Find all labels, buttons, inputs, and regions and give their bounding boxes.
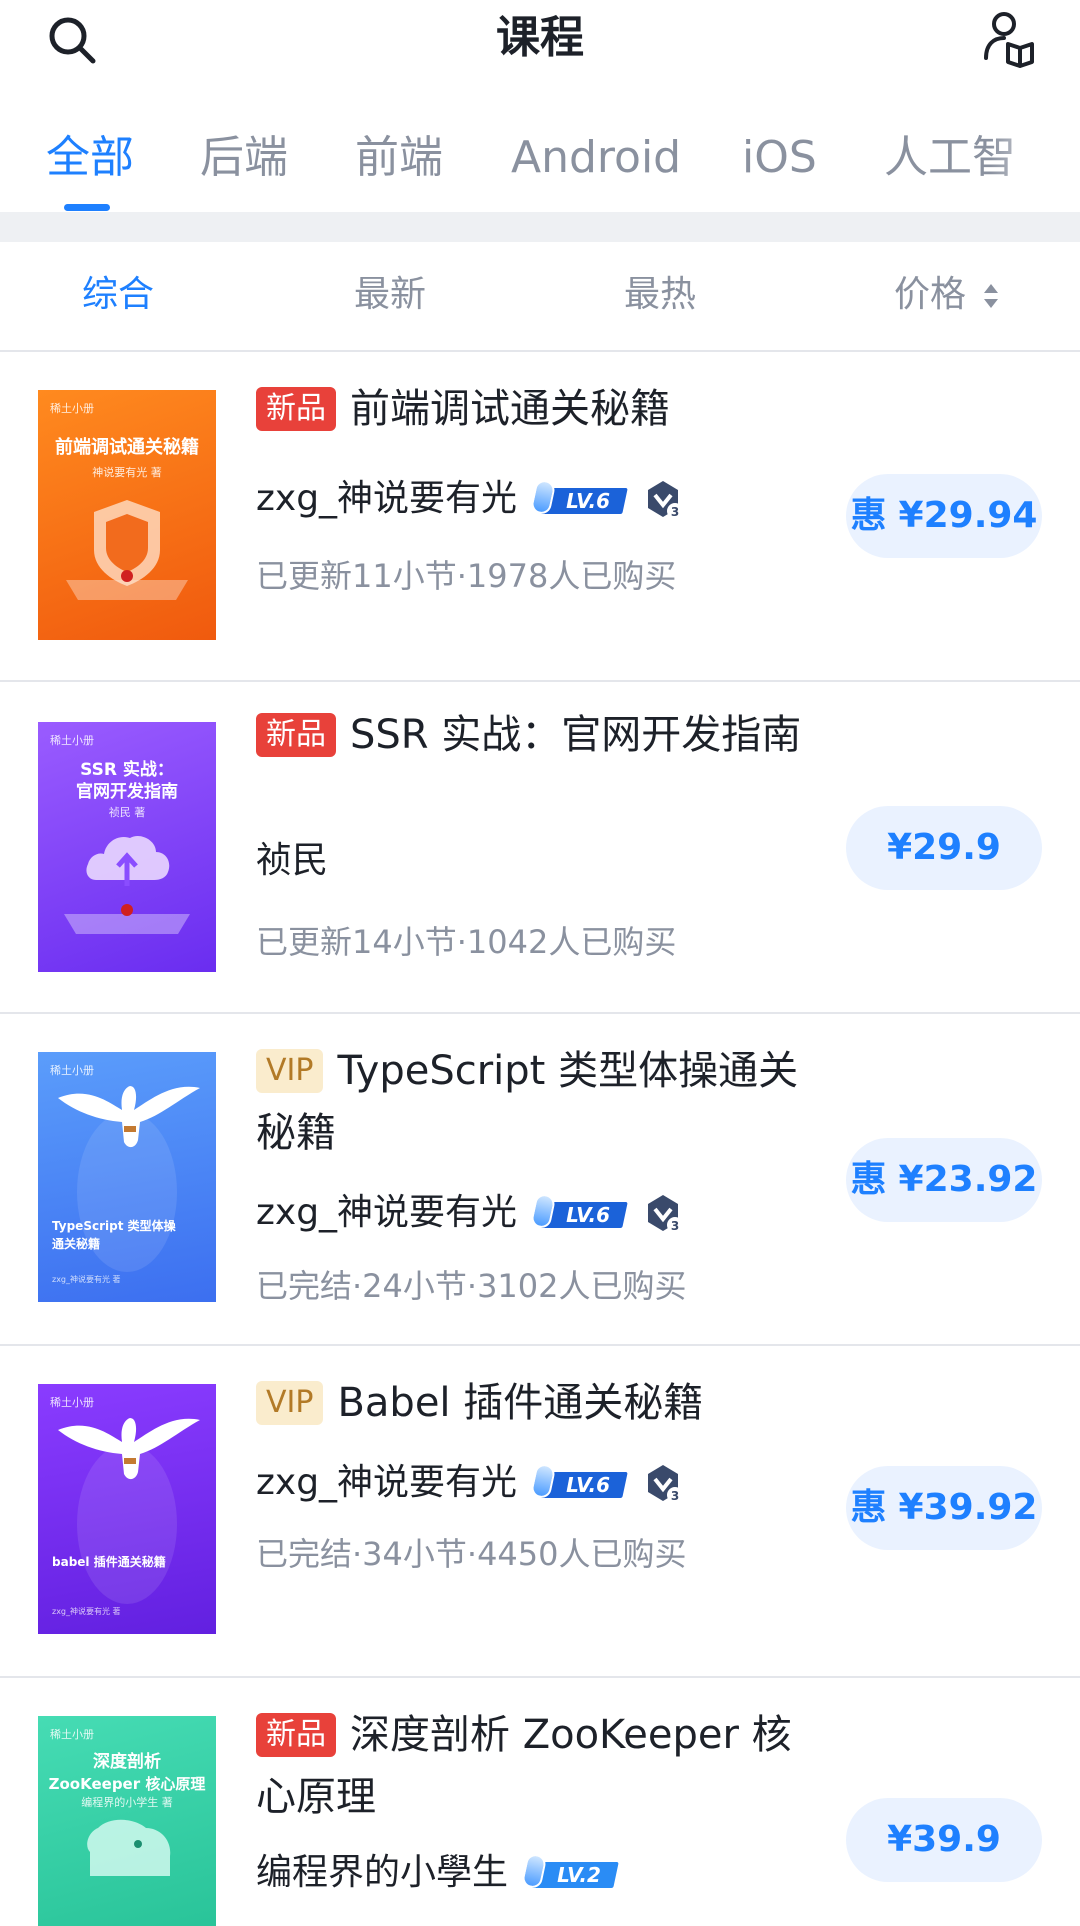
course-title-text: 深度剖析 ZooKeeper 核心原理 xyxy=(256,1712,792,1820)
level-text: LV.6 xyxy=(566,489,610,513)
course-author[interactable]: zxg_神说要有光 LV.6 3 xyxy=(256,470,684,526)
price-button[interactable]: 惠 ¥39.92 xyxy=(846,1466,1042,1550)
course-meta: 已更新14小节·1042人已购买 xyxy=(256,923,677,961)
tab-all[interactable]: 全部 xyxy=(46,128,134,188)
discount-label: 惠 xyxy=(850,1159,887,1200)
course-cover-image[interactable]: 稀土小册 babel 插件通关秘籍 zxg_神说要有光 著 xyxy=(38,1384,216,1634)
author-name: zxg_神说要有光 xyxy=(256,1462,518,1503)
course-card[interactable]: 稀土小册 深度剖析 ZooKeeper 核心原理 编程界的小学生 著 新品 深度剖… xyxy=(0,1678,1080,1926)
course-title: 新品 前端调试通关秘籍 xyxy=(256,378,816,440)
course-meta: 已完结·24小节·3102人已购买 xyxy=(256,1267,687,1305)
cover-author: zxg_神说要有光 著 xyxy=(52,1275,121,1284)
price-value: ¥29.94 xyxy=(898,495,1038,536)
price-value: ¥39.92 xyxy=(898,1487,1038,1528)
course-author[interactable]: 祯民 xyxy=(256,832,328,888)
sort-hottest[interactable]: 最热 xyxy=(624,270,696,320)
vip-badge: VIP xyxy=(256,1381,324,1425)
level-text: LV.6 xyxy=(566,1473,610,1497)
author-name: 编程界的小學生 xyxy=(256,1852,509,1893)
tab-frontend[interactable]: 前端 xyxy=(355,128,443,188)
vip-badge: VIP xyxy=(256,1049,324,1093)
course-title: VIP TypeScript 类型体操通关秘籍 xyxy=(256,1040,816,1164)
sort-comprehensive[interactable]: 综合 xyxy=(82,270,154,320)
tab-backend[interactable]: 后端 xyxy=(200,128,288,188)
medal-icon: 3 xyxy=(643,1193,684,1233)
level-badge: LV.6 xyxy=(529,1192,628,1232)
discount-label: 惠 xyxy=(850,1487,887,1528)
course-cover-image[interactable]: 稀土小册 前端调试通关秘籍 神说要有光 著 xyxy=(38,390,216,640)
svg-text:3: 3 xyxy=(671,1489,679,1503)
price-button[interactable]: ¥39.9 xyxy=(846,1798,1042,1882)
tab-ios[interactable]: iOS xyxy=(742,128,817,188)
price-button[interactable]: 惠 ¥29.94 xyxy=(846,474,1042,558)
price-value: ¥29.9 xyxy=(887,827,1001,868)
course-title-text: TypeScript 类型体操通关秘籍 xyxy=(256,1048,799,1156)
new-badge: 新品 xyxy=(256,387,336,431)
course-list: 稀土小册 前端调试通关秘籍 神说要有光 著 新品 前端调试通关秘籍 zxg_神说要… xyxy=(0,352,1080,1926)
price-value: ¥23.92 xyxy=(898,1159,1038,1200)
page-title: 课程 xyxy=(496,12,584,63)
course-meta: 已完结·34小节·4450人已购买 xyxy=(256,1535,687,1573)
course-title-text: Babel 插件通关秘籍 xyxy=(337,1380,704,1426)
level-badge: LV.6 xyxy=(529,478,628,518)
section-divider xyxy=(0,212,1080,242)
course-card[interactable]: 稀土小册 babel 插件通关秘籍 zxg_神说要有光 著 VIP Babel 插… xyxy=(0,1346,1080,1678)
tab-android[interactable]: Android xyxy=(511,128,681,188)
medal-icon: 3 xyxy=(643,1463,684,1503)
cover-title: babel 插件通关秘籍 xyxy=(52,1555,166,1569)
app-screen: 课程 全部 后端 前端 Android iOS 人工智 综合 最新 最热 价格 xyxy=(0,0,1080,1926)
course-cover-image[interactable]: 稀土小册 SSR 实战： 官网开发指南 祯民 著 xyxy=(38,722,216,972)
sort-price[interactable]: 价格 xyxy=(894,270,966,320)
course-meta: 已更新11小节·1978人已购买 xyxy=(256,557,677,595)
course-author[interactable]: zxg_神说要有光 LV.6 3 xyxy=(256,1454,684,1510)
course-cover-image[interactable]: 稀土小册 TypeScript 类型体操 通关秘籍 zxg_神说要有光 著 xyxy=(38,1052,216,1302)
cover-title-line2: 通关秘籍 xyxy=(52,1237,101,1251)
active-tab-indicator xyxy=(64,204,110,211)
course-title: 新品 深度剖析 ZooKeeper 核心原理 xyxy=(256,1704,816,1828)
author-name: zxg_神说要有光 xyxy=(256,478,518,519)
sort-newest[interactable]: 最新 xyxy=(354,270,426,320)
level-text: LV.2 xyxy=(557,1863,601,1887)
level-badge: LV.2 xyxy=(520,1852,619,1892)
author-name: 祯民 xyxy=(256,840,329,881)
price-button[interactable]: ¥29.9 xyxy=(846,806,1042,890)
tabs-fade-overlay xyxy=(990,100,1080,212)
course-title-text: SSR 实战：官网开发指南 xyxy=(350,712,802,758)
course-card[interactable]: 稀土小册 TypeScript 类型体操 通关秘籍 zxg_神说要有光 著 VI… xyxy=(0,1014,1080,1346)
new-badge: 新品 xyxy=(256,713,336,757)
category-tabs: 全部 后端 前端 Android iOS 人工智 xyxy=(0,100,1080,212)
medal-icon: 3 xyxy=(643,479,684,519)
course-author[interactable]: zxg_神说要有光 LV.6 3 xyxy=(256,1184,684,1240)
course-card[interactable]: 稀土小册 前端调试通关秘籍 神说要有光 著 新品 前端调试通关秘籍 zxg_神说要… xyxy=(0,352,1080,682)
svg-text:3: 3 xyxy=(671,1219,679,1233)
course-cover-image[interactable]: 稀土小册 深度剖析 ZooKeeper 核心原理 编程界的小学生 著 xyxy=(38,1716,216,1926)
new-badge: 新品 xyxy=(256,1713,336,1757)
cover-author: zxg_神说要有光 著 xyxy=(52,1607,121,1616)
sort-arrows-icon[interactable] xyxy=(984,284,1000,310)
svg-text:3: 3 xyxy=(671,505,679,519)
user-book-icon[interactable] xyxy=(978,8,1038,68)
course-author[interactable]: 编程界的小學生 LV.2 xyxy=(256,1844,619,1900)
course-title: VIP Babel 插件通关秘籍 xyxy=(256,1372,816,1434)
price-button[interactable]: 惠 ¥23.92 xyxy=(846,1138,1042,1222)
course-title-text: 前端调试通关秘籍 xyxy=(350,386,670,432)
level-badge: LV.6 xyxy=(529,1462,628,1502)
price-value: ¥39.9 xyxy=(887,1819,1001,1860)
course-title: 新品 SSR 实战：官网开发指南 xyxy=(256,704,816,766)
discount-label: 惠 xyxy=(850,495,887,536)
sort-bar: 综合 最新 最热 价格 xyxy=(0,242,1080,352)
top-bar: 课程 xyxy=(0,0,1080,88)
level-text: LV.6 xyxy=(566,1203,610,1227)
author-name: zxg_神说要有光 xyxy=(256,1192,518,1233)
course-card[interactable]: 稀土小册 SSR 实战： 官网开发指南 祯民 著 新品 SSR 实战：官网开发指南… xyxy=(0,682,1080,1014)
cover-title-line1: TypeScript 类型体操 xyxy=(52,1219,176,1233)
